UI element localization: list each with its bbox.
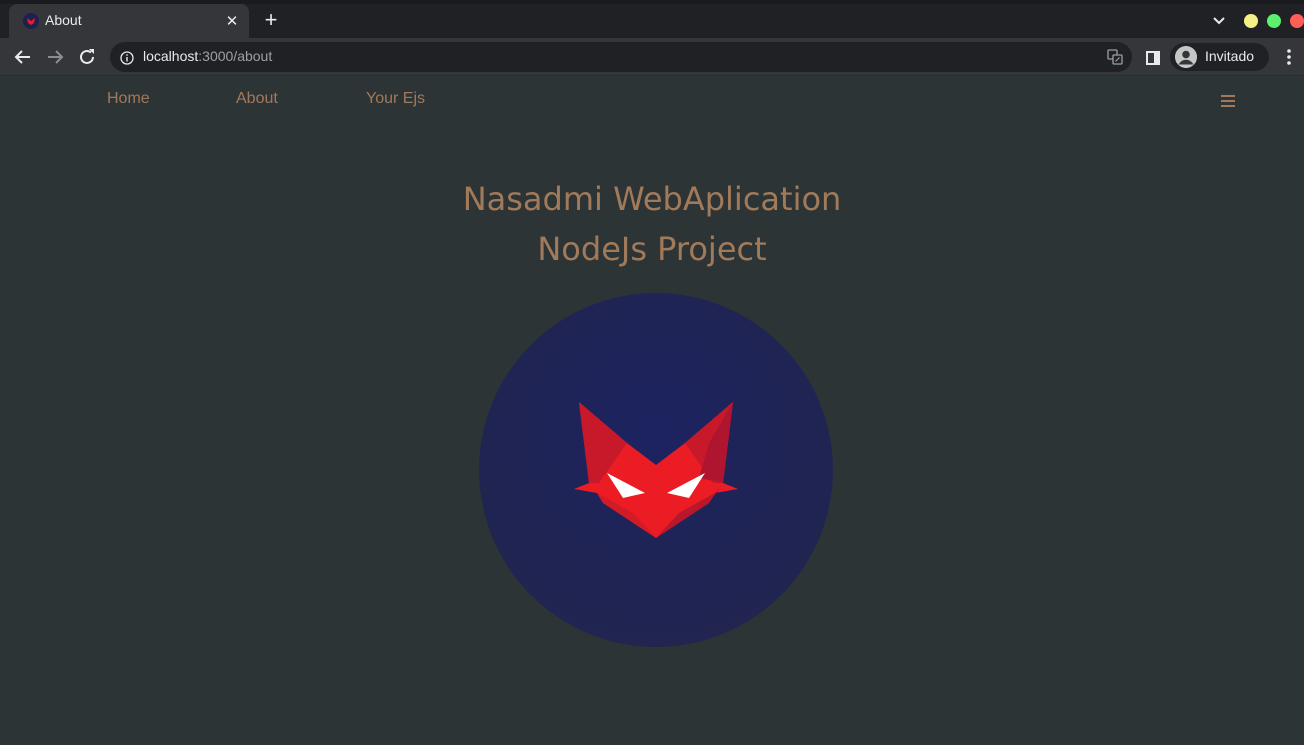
maximize-button[interactable] <box>1267 14 1281 28</box>
url-path: :3000/about <box>198 48 273 64</box>
browser-toolbar: localhost:3000/about Invitado <box>0 38 1304 76</box>
side-panel-icon[interactable] <box>1146 50 1160 65</box>
back-arrow-icon[interactable] <box>11 45 35 69</box>
minimize-button[interactable] <box>1244 14 1258 28</box>
address-bar[interactable]: localhost:3000/about <box>110 42 1132 72</box>
info-icon[interactable] <box>120 50 134 65</box>
tab-close-icon[interactable]: ✕ <box>221 10 243 32</box>
reload-icon[interactable] <box>75 45 99 69</box>
profile-avatar-icon <box>1175 46 1197 68</box>
profile-label: Invitado <box>1205 48 1255 64</box>
tab-strip: About ✕ + <box>0 0 1304 38</box>
hamburger-menu-icon[interactable] <box>1221 95 1235 108</box>
tab-search-chevron-icon[interactable] <box>1208 10 1230 32</box>
nav-link-your-ejs[interactable]: Your Ejs <box>366 90 425 108</box>
page-content: Home About Your Ejs Nasadmi WebAplicatio… <box>0 77 1304 745</box>
tab-about[interactable]: About ✕ <box>9 4 249 38</box>
fox-logo-icon <box>574 402 738 538</box>
close-window-button[interactable] <box>1290 14 1304 28</box>
page-title-line-2: NodeJs Project <box>537 230 767 268</box>
new-tab-button[interactable]: + <box>259 9 283 33</box>
fox-favicon-icon <box>23 13 39 29</box>
more-vert-icon[interactable] <box>1280 47 1298 67</box>
tab-title: About <box>45 12 82 28</box>
logo-circle <box>479 293 833 647</box>
page-title-line-1: Nasadmi WebAplication <box>462 180 842 218</box>
nav-link-home[interactable]: Home <box>107 90 150 108</box>
nav-link-about[interactable]: About <box>236 90 278 108</box>
profile-button[interactable]: Invitado <box>1170 43 1269 71</box>
forward-arrow-icon[interactable] <box>43 45 67 69</box>
url-text[interactable]: localhost:3000/about <box>143 48 272 64</box>
url-host: localhost <box>143 48 199 64</box>
translate-icon[interactable] <box>1106 48 1124 66</box>
